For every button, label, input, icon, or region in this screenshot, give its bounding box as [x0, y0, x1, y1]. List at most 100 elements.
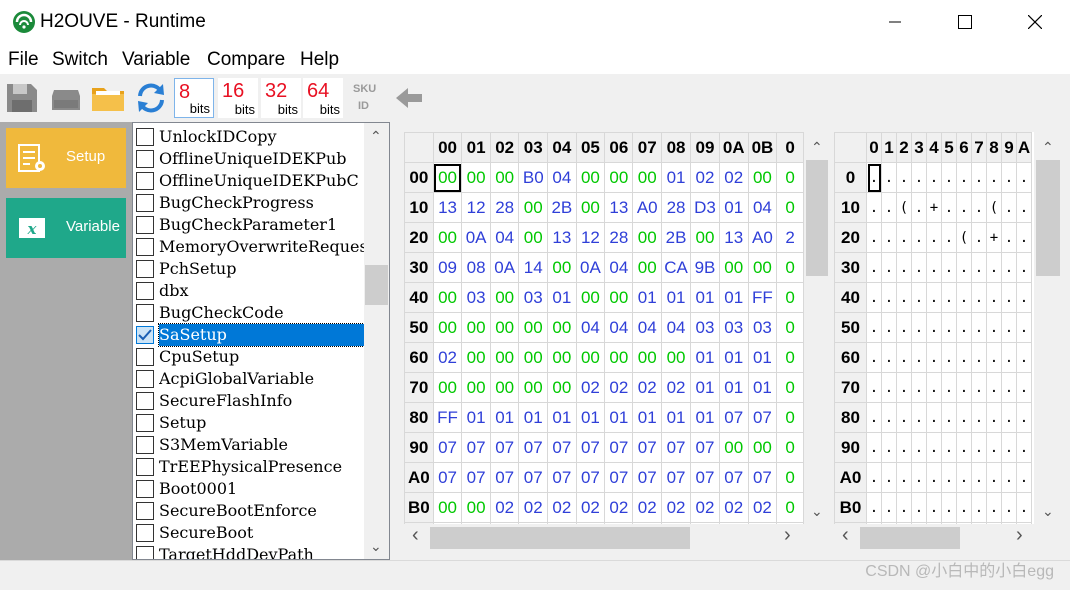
ascii-char-cell[interactable]: . [911, 312, 927, 343]
hex-byte-cell[interactable]: 07 [690, 432, 720, 463]
hex-byte-cell[interactable]: 00 [632, 342, 663, 373]
hex-byte-cell[interactable]: 07 [718, 402, 749, 433]
variable-list-item[interactable]: Setup [133, 412, 364, 434]
ascii-char-cell[interactable]: . [956, 192, 972, 223]
ascii-char-cell[interactable]: . [956, 252, 972, 283]
hex-byte-cell[interactable]: 07 [632, 462, 663, 493]
hex-byte-cell[interactable]: 00 [518, 342, 549, 373]
scroll-thumb[interactable] [860, 527, 960, 549]
hex-byte-cell[interactable]: 02 [489, 492, 520, 523]
ascii-char-cell[interactable]: . [926, 312, 942, 343]
ascii-char-cell[interactable]: . [911, 282, 927, 313]
hex-byte-cell[interactable]: 07 [575, 462, 606, 493]
variable-list-item[interactable]: S3MemVariable [133, 434, 364, 456]
variable-checkbox[interactable] [136, 524, 154, 542]
ascii-char-cell[interactable]: . [941, 462, 957, 493]
hex-byte-cell[interactable]: B0 [518, 162, 549, 193]
hex-byte-cell[interactable]: FF [747, 282, 778, 313]
ascii-char-cell[interactable]: . [1001, 222, 1017, 253]
menu-compare[interactable]: Compare [207, 48, 285, 72]
ascii-char-cell[interactable]: . [881, 282, 897, 313]
hex-byte-cell[interactable]: 00 [747, 252, 778, 283]
ascii-char-cell[interactable]: . [896, 312, 912, 343]
scroll-thumb[interactable] [430, 527, 690, 549]
hex-byte-cell[interactable]: 00 [518, 192, 549, 223]
ascii-char-cell[interactable]: . [941, 402, 957, 433]
hex-byte-cell[interactable]: 2B [547, 192, 577, 223]
ascii-char-cell[interactable]: . [896, 372, 912, 403]
ascii-char-cell[interactable]: ( [956, 222, 972, 253]
hex-byte-cell[interactable]: 00 [604, 162, 634, 193]
ascii-char-cell[interactable]: . [1001, 252, 1017, 283]
ascii-char-cell[interactable]: . [881, 432, 897, 463]
hex-byte-cell[interactable]: CA [661, 252, 692, 283]
variable-list-item[interactable]: Boot0001 [133, 478, 364, 500]
hex-byte-cell[interactable]: 00 [547, 252, 577, 283]
hex-byte-cell[interactable]: 03 [518, 282, 549, 313]
hex-byte-cell[interactable]: 28 [604, 222, 634, 253]
ascii-char-cell[interactable]: . [971, 372, 987, 403]
hex-byte-cell[interactable]: 07 [518, 432, 549, 463]
ascii-char-cell[interactable]: . [866, 282, 882, 313]
ascii-char-cell[interactable]: . [881, 312, 897, 343]
variable-checkbox[interactable] [136, 436, 154, 454]
hex-byte-cell[interactable]: 13 [718, 222, 749, 253]
hex-byte-cell[interactable]: 08 [461, 252, 491, 283]
close-button[interactable] [1012, 0, 1058, 44]
ascii-char-cell[interactable]: . [971, 252, 987, 283]
scroll-right-icon[interactable]: › [1016, 525, 1023, 545]
hex-byte-cell[interactable]: 00 [547, 372, 577, 403]
ascii-char-cell[interactable]: + [926, 192, 942, 223]
hex-byte-cell[interactable]: 01 [575, 402, 606, 433]
ascii-char-cell[interactable]: . [971, 492, 987, 523]
ascii-char-cell[interactable]: . [1001, 492, 1017, 523]
hex-byte-cell[interactable]: 07 [604, 432, 634, 463]
hex-byte-cell[interactable]: 02 [718, 492, 749, 523]
ascii-char-cell[interactable]: . [866, 222, 882, 253]
ascii-char-cell[interactable]: . [986, 462, 1002, 493]
hex-byte-cell[interactable]: 02 [547, 492, 577, 523]
menu-switch[interactable]: Switch [52, 48, 108, 72]
variable-list-item[interactable]: MemoryOverwriteReques [133, 236, 364, 258]
maximize-button[interactable] [942, 0, 988, 44]
hex-byte-cell[interactable]: A0 [632, 192, 663, 223]
ascii-char-cell[interactable]: . [1001, 282, 1017, 313]
hex-byte-cell[interactable]: 0 [776, 432, 804, 463]
hex-byte-cell[interactable]: 00 [489, 312, 520, 343]
hex-byte-cell[interactable]: 0 [776, 192, 804, 223]
hex-byte-cell[interactable]: 02 [432, 342, 463, 373]
hex-byte-cell[interactable]: 02 [604, 492, 634, 523]
hex-byte-cell[interactable]: 00 [547, 312, 577, 343]
ascii-char-cell[interactable]: . [896, 222, 912, 253]
variable-checkbox[interactable] [136, 458, 154, 476]
hex-byte-cell[interactable]: 0 [776, 372, 804, 403]
ascii-char-cell[interactable]: . [956, 432, 972, 463]
ascii-char-cell[interactable]: . [971, 462, 987, 493]
ascii-char-cell[interactable]: . [1001, 312, 1017, 343]
hex-byte-cell[interactable]: 00 [461, 342, 491, 373]
hex-byte-cell[interactable]: 0 [776, 282, 804, 313]
hex-byte-cell[interactable]: 00 [575, 282, 606, 313]
ascii-char-cell[interactable]: + [986, 222, 1002, 253]
ascii-char-cell[interactable]: . [971, 342, 987, 373]
ascii-char-cell[interactable]: . [926, 492, 942, 523]
hex-byte-cell[interactable]: 01 [661, 402, 692, 433]
hex-byte-cell[interactable]: 07 [547, 462, 577, 493]
hex-byte-cell[interactable]: A0 [747, 222, 778, 253]
ascii-char-cell[interactable]: . [1016, 252, 1032, 283]
ascii-char-cell[interactable]: . [881, 192, 897, 223]
hex-byte-cell[interactable]: 00 [718, 432, 749, 463]
hex-byte-cell[interactable]: 01 [690, 282, 720, 313]
variable-checkbox[interactable] [136, 414, 154, 432]
ascii-char-cell[interactable]: . [986, 312, 1002, 343]
ascii-char-cell[interactable]: . [941, 162, 957, 193]
scroll-up-icon[interactable]: ⌃ [1042, 140, 1054, 154]
scroll-right-icon[interactable]: › [784, 525, 791, 545]
variable-checkbox[interactable] [136, 260, 154, 278]
ascii-char-cell[interactable]: . [896, 432, 912, 463]
ascii-char-cell[interactable]: . [866, 312, 882, 343]
variable-list-item[interactable]: SecureBoot [133, 522, 364, 544]
hex-horizontal-scrollbar[interactable]: ‹ › [404, 524, 804, 552]
hex-byte-cell[interactable]: 00 [575, 342, 606, 373]
hex-byte-cell[interactable]: 00 [604, 342, 634, 373]
